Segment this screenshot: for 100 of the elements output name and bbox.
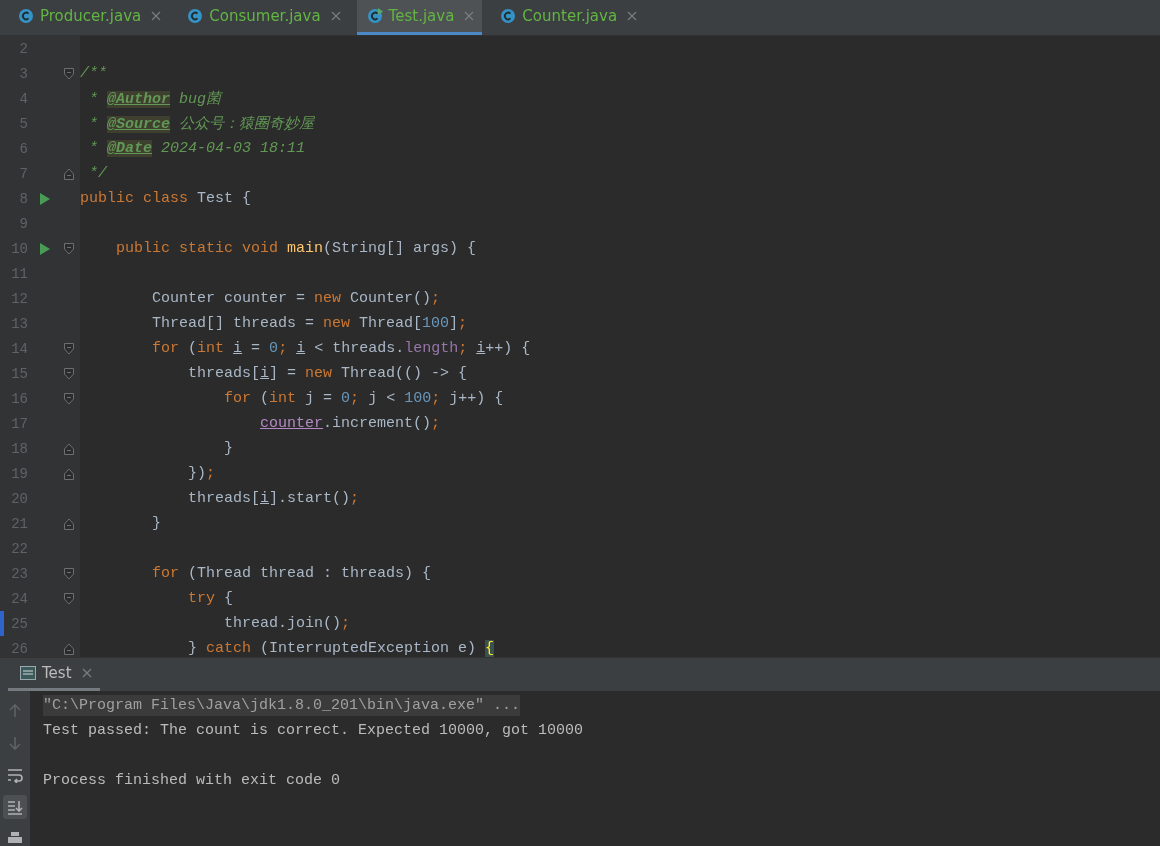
code-text: { bbox=[224, 590, 234, 607]
keyword-text: ; bbox=[341, 615, 351, 632]
code-text: = bbox=[251, 340, 262, 357]
number-text: 100 bbox=[422, 315, 450, 332]
close-icon[interactable] bbox=[330, 11, 341, 21]
fold-icon[interactable] bbox=[64, 67, 74, 80]
code-text: Thread[] threads = bbox=[152, 315, 316, 332]
field-name: length bbox=[404, 340, 459, 357]
code-text: }) bbox=[188, 465, 207, 482]
fold-end-icon[interactable] bbox=[64, 517, 74, 530]
code-text: thread.join() bbox=[224, 615, 342, 632]
comment-text: */ bbox=[89, 165, 108, 182]
console-output: Test passed: The count is correct. Expected 10000, got 10000 bbox=[43, 722, 584, 739]
wrap-icon bbox=[7, 767, 23, 783]
fold-end-icon[interactable] bbox=[64, 167, 74, 180]
file-tab[interactable]: Producer.java bbox=[8, 0, 170, 35]
fold-icon[interactable] bbox=[64, 567, 74, 580]
keyword-text: ; bbox=[350, 390, 361, 407]
class-icon bbox=[187, 8, 204, 24]
close-icon[interactable] bbox=[151, 11, 162, 21]
variable-name: i bbox=[296, 340, 306, 357]
fold-icon[interactable] bbox=[64, 367, 74, 380]
comment-text: 2024-04-03 18:11 bbox=[161, 140, 306, 157]
keyword-text: for bbox=[224, 390, 253, 407]
comment-text: * bbox=[89, 116, 100, 133]
code-text: } bbox=[224, 440, 234, 457]
fold-icon[interactable] bbox=[64, 242, 74, 255]
code-text: } bbox=[152, 515, 162, 532]
code-text: Thread[ bbox=[359, 315, 423, 332]
keyword-text: int bbox=[197, 340, 226, 357]
console-icon bbox=[20, 666, 36, 680]
code-text: (String[] args) { bbox=[323, 240, 477, 257]
code-text: .increment() bbox=[323, 415, 432, 432]
file-tab[interactable]: Test.java bbox=[356, 0, 483, 35]
variable-name: i bbox=[233, 340, 243, 357]
fold-icon[interactable] bbox=[64, 392, 74, 405]
console-output: Process finished with exit code 0 bbox=[43, 772, 341, 789]
code-text: Thread(() -> { bbox=[341, 365, 468, 382]
class-icon bbox=[366, 8, 383, 24]
code-text: j < bbox=[368, 390, 397, 407]
fold-end-icon[interactable] bbox=[64, 642, 74, 655]
keyword-text: ; bbox=[431, 390, 442, 407]
class-icon bbox=[18, 8, 34, 24]
variable-name: i bbox=[260, 490, 270, 507]
keyword-text: ; bbox=[206, 465, 216, 482]
doc-tag: @Source bbox=[107, 116, 171, 133]
number-text: 0 bbox=[269, 340, 279, 357]
keyword-text: int bbox=[269, 390, 298, 407]
keyword-text: public static void bbox=[116, 240, 280, 257]
code-text: Counter counter = bbox=[152, 290, 307, 307]
code-text: ] = bbox=[269, 365, 298, 382]
fold-icon[interactable] bbox=[64, 592, 74, 605]
fold-icon[interactable] bbox=[64, 342, 74, 355]
fold-end-icon[interactable] bbox=[64, 467, 74, 480]
doc-tag: @Author bbox=[107, 91, 171, 108]
run-icon[interactable] bbox=[40, 192, 50, 205]
keyword-text: for bbox=[152, 340, 181, 357]
code-text: ].start() bbox=[269, 490, 351, 507]
code-text: (Thread thread : threads) { bbox=[188, 565, 432, 582]
keyword-text: ; bbox=[350, 490, 360, 507]
number-text: 0 bbox=[341, 390, 351, 407]
code-text: j++) { bbox=[449, 390, 504, 407]
keyword-text: new bbox=[314, 290, 343, 307]
code-text: j = bbox=[305, 390, 334, 407]
print-icon bbox=[7, 831, 23, 846]
comment-text: /** bbox=[80, 65, 107, 82]
variable-name: i bbox=[476, 340, 486, 357]
code-text: threads[ bbox=[188, 490, 261, 507]
scroll-to-end-icon bbox=[7, 799, 23, 815]
comment-text: 公众号：猿圈奇妙屋 bbox=[179, 116, 315, 133]
doc-tag: @Date bbox=[107, 140, 153, 157]
close-icon[interactable] bbox=[464, 11, 475, 21]
fold-end-icon[interactable] bbox=[64, 442, 74, 455]
method-name: main bbox=[287, 240, 324, 257]
keyword-text: ; bbox=[278, 340, 289, 357]
keyword-text: try bbox=[188, 590, 217, 607]
file-tab[interactable]: Consumer.java bbox=[177, 0, 349, 35]
keyword-text: catch bbox=[206, 640, 253, 657]
keyword-text: ; bbox=[431, 415, 441, 432]
close-icon[interactable] bbox=[627, 11, 638, 21]
keyword-text: new bbox=[323, 315, 352, 332]
code-text: threads[ bbox=[188, 365, 261, 382]
code-text: ( bbox=[188, 340, 198, 357]
keyword-text: new bbox=[305, 365, 334, 382]
variable-name: counter bbox=[260, 415, 324, 432]
code-text: Test { bbox=[197, 190, 252, 207]
code-text: (InterruptedException e) bbox=[260, 640, 478, 657]
brace-highlight: { bbox=[485, 640, 495, 657]
close-icon[interactable] bbox=[81, 668, 92, 678]
up-arrow-icon bbox=[7, 703, 23, 719]
run-icon[interactable] bbox=[40, 242, 50, 255]
code-text: < threads. bbox=[314, 340, 405, 357]
down-arrow-icon bbox=[7, 735, 23, 751]
variable-name: i bbox=[260, 365, 270, 382]
keyword-text: ; bbox=[431, 290, 441, 307]
code-text: Counter() bbox=[350, 290, 432, 307]
keyword-text: for bbox=[152, 565, 181, 582]
file-tab[interactable]: Counter.java bbox=[490, 0, 646, 35]
code-text: ] bbox=[449, 315, 459, 332]
toolbar-button[interactable] bbox=[3, 795, 27, 819]
